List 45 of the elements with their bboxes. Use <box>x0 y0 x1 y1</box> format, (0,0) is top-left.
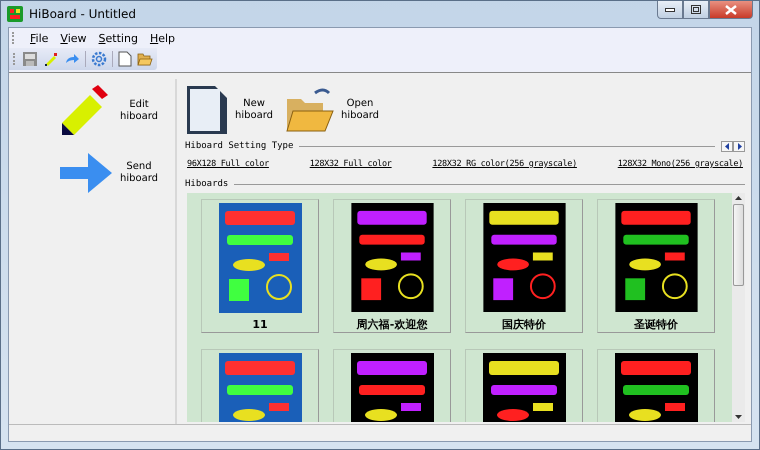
hiboard-name: 周六福-欢迎您 <box>356 317 428 332</box>
hiboard-card[interactable]: 11 <box>201 199 319 333</box>
close-button[interactable] <box>709 1 753 19</box>
gear-icon[interactable] <box>91 51 107 67</box>
folder-icon <box>285 87 335 133</box>
arrow-icon <box>58 151 114 195</box>
setting-type-link[interactable]: 128X32 Full color <box>310 159 392 169</box>
action-button[interactable]: Open hiboard <box>285 87 383 133</box>
pencil-icon[interactable] <box>43 51 59 67</box>
minimize-button[interactable] <box>657 1 683 19</box>
maximize-button[interactable] <box>683 1 709 19</box>
window-title: HiBoard - Untitled <box>29 7 136 21</box>
down-arrow-icon <box>735 415 742 419</box>
section-heading: Hiboard Setting Type <box>185 141 294 151</box>
setting-type-link[interactable]: 128X32 Mono(256 grayscale) <box>618 159 743 169</box>
setting-type-link[interactable]: 96X128 Full color <box>187 159 269 169</box>
section-heading: Hiboards <box>185 179 228 189</box>
hiboard-card[interactable]: 周六福-欢迎您 <box>333 199 451 333</box>
menu-item[interactable]: View <box>54 32 93 44</box>
menu-item[interactable]: File <box>24 32 54 44</box>
hiboard-name: 国庆特价 <box>502 317 546 332</box>
hiboard-name: 11 <box>252 318 268 331</box>
left-arrow-icon <box>724 142 730 150</box>
hiboard-name: 圣诞特价 <box>634 317 678 332</box>
action-button[interactable]: New hiboard <box>185 84 277 136</box>
new-file-icon <box>185 84 229 136</box>
hiboard-card[interactable]: 圣诞特价 <box>597 199 715 333</box>
save-icon[interactable] <box>22 51 38 67</box>
scroll-left-button[interactable] <box>721 140 733 152</box>
scroll-right-button[interactable] <box>733 140 745 152</box>
new-file-icon[interactable] <box>118 51 132 67</box>
action-button[interactable]: Send hiboard <box>58 151 162 195</box>
right-arrow-icon <box>736 142 742 150</box>
app-icon <box>7 6 23 22</box>
setting-type-link[interactable]: 128X32 RG color(256 grayscale) <box>432 159 577 169</box>
hiboard-card[interactable]: 国庆特价 <box>465 199 583 333</box>
action-button[interactable]: Edit hiboard <box>58 83 162 139</box>
folder-icon[interactable] <box>137 51 153 67</box>
scrollbar[interactable] <box>732 193 745 422</box>
minimize-icon <box>665 8 675 12</box>
up-arrow-icon <box>735 196 742 200</box>
menu-item[interactable]: Setting <box>92 32 144 44</box>
close-icon <box>725 4 737 14</box>
maximize-icon <box>691 5 701 14</box>
menu-item[interactable]: Help <box>144 32 182 44</box>
